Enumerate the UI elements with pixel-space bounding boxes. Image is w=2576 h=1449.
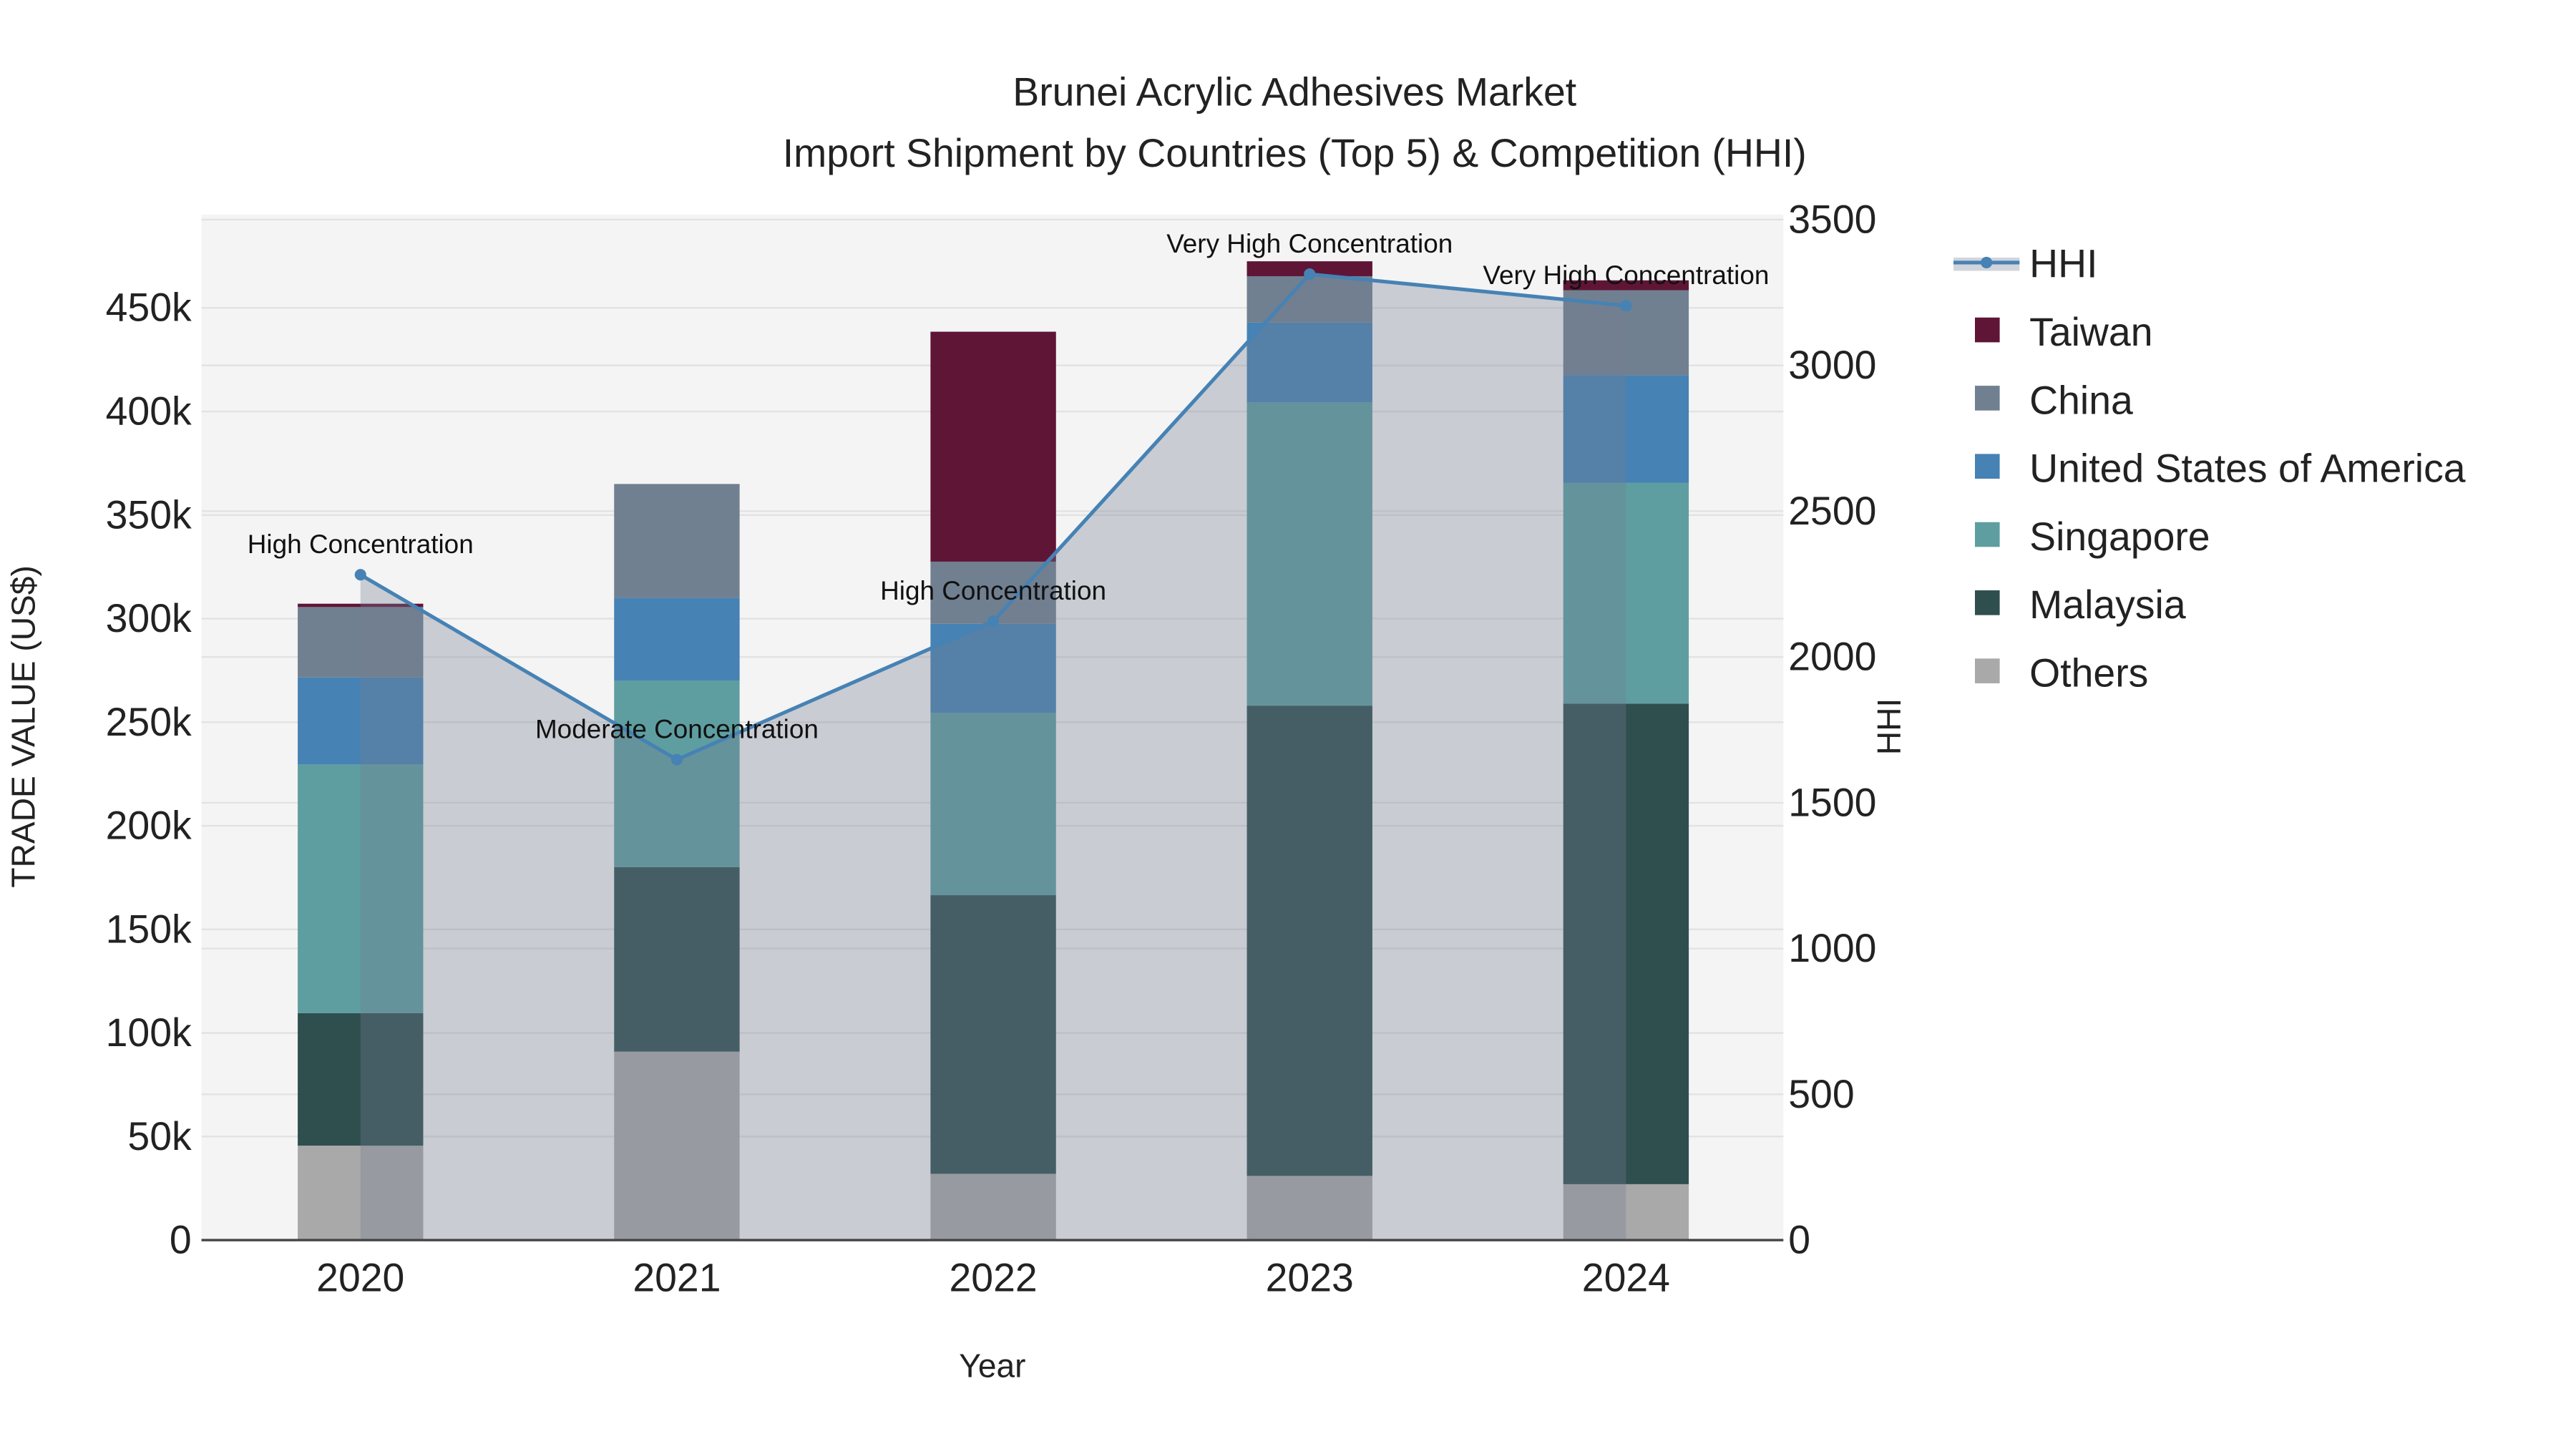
x-tick-label: 2020 — [316, 1256, 404, 1300]
y-tick-label: 100k — [106, 1010, 192, 1055]
y-tick-label: 50k — [127, 1114, 192, 1158]
y-tick-label: 250k — [106, 700, 192, 744]
x-axis-title: Year — [959, 1347, 1025, 1385]
legend-label: HHI — [2029, 242, 2097, 286]
y-axis-title: TRADE VALUE (US$) — [4, 565, 42, 887]
legend-swatch-china — [1975, 386, 2000, 411]
chart: High Concentration Moderate Concentration… — [4, 70, 2466, 1385]
y2-axis-ticks: 0 500 1000 1500 2000 2500 3000 3500 — [1788, 197, 1876, 1262]
annotation-label: Very High Concentration — [1166, 229, 1453, 258]
legend-swatch-taiwan — [1975, 317, 2000, 343]
x-tick-label: 2024 — [1582, 1256, 1670, 1300]
bar-united-states-of-america — [614, 597, 740, 681]
y2-tick-label: 1000 — [1788, 926, 1876, 970]
chart-subtitle: Import Shipment by Countries (Top 5) & C… — [783, 131, 1807, 175]
annotation-label: Very High Concentration — [1483, 260, 1769, 290]
y-tick-label: 200k — [106, 804, 192, 848]
annotation-label: Moderate Concentration — [535, 715, 819, 744]
bar-taiwan — [930, 331, 1056, 562]
y2-tick-label: 0 — [1788, 1218, 1810, 1262]
y-tick-label: 150k — [106, 907, 192, 951]
y-axis-ticks: 0 50k 100k 150k 200k 250k 300k 350k 400k 450k — [106, 286, 192, 1262]
y2-tick-label: 3500 — [1788, 197, 1876, 241]
y2-tick-label: 500 — [1788, 1072, 1854, 1116]
annotation-label: High Concentration — [880, 576, 1106, 605]
y2-tick-label: 2000 — [1788, 635, 1876, 679]
hhi-point — [987, 615, 1000, 628]
chart-title: Brunei Acrylic Adhesives Market — [1013, 70, 1576, 114]
legend: HHI Taiwan China United States of America Si… — [1953, 242, 2466, 696]
legend-label: United States of America — [2029, 447, 2466, 491]
x-tick-label: 2023 — [1266, 1256, 1354, 1300]
legend-marker-hhi — [1981, 256, 1993, 268]
legend-label: Taiwan — [2029, 310, 2152, 354]
hhi-point — [1304, 268, 1316, 280]
legend-swatch-singapore — [1975, 522, 2000, 547]
legend-swatch-united-states-of-america — [1975, 454, 2000, 479]
legend-label: Others — [2029, 651, 2148, 696]
y-tick-label: 0 — [170, 1218, 192, 1262]
y2-tick-label: 2500 — [1788, 489, 1876, 533]
annotation-label: High Concentration — [248, 530, 474, 559]
hhi-point — [354, 569, 366, 581]
x-tick-label: 2022 — [949, 1256, 1037, 1300]
y-tick-label: 300k — [106, 596, 192, 640]
y2-tick-label: 3000 — [1788, 343, 1876, 387]
legend-label: Singapore — [2029, 514, 2210, 559]
legend-swatch-others — [1975, 658, 2000, 683]
y-tick-label: 400k — [106, 389, 192, 433]
legend-label: Malaysia — [2029, 582, 2186, 627]
y-tick-label: 450k — [106, 286, 192, 330]
x-axis-ticks: 2020 2021 2022 2023 2024 — [316, 1256, 1670, 1300]
x-tick-label: 2021 — [633, 1256, 721, 1300]
bar-china — [614, 484, 740, 598]
y2-axis-title: HHI — [1870, 698, 1908, 755]
y2-tick-label: 1500 — [1788, 780, 1876, 824]
legend-swatch-malaysia — [1975, 590, 2000, 615]
hhi-point — [1620, 300, 1632, 312]
hhi-point — [670, 753, 683, 766]
legend-label: China — [2029, 378, 2133, 422]
y-tick-label: 350k — [106, 492, 192, 537]
